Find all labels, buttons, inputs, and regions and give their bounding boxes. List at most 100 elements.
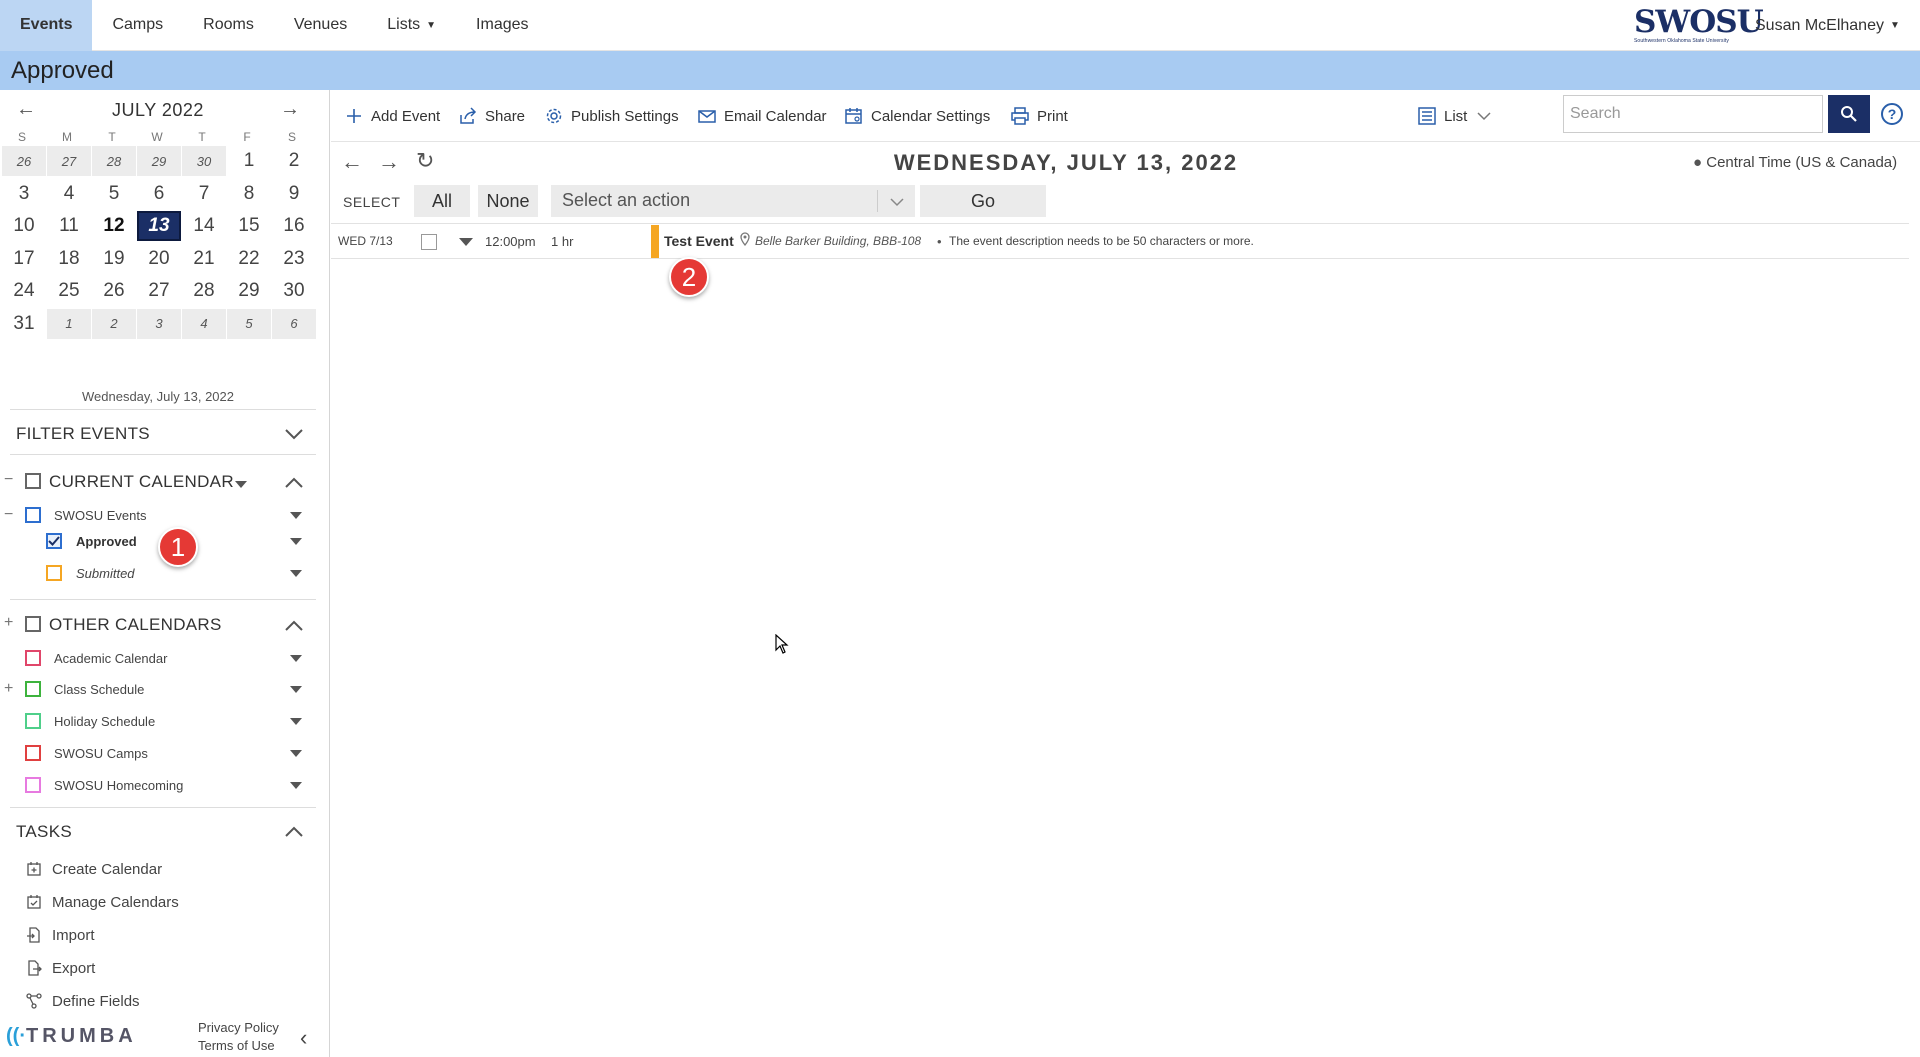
calendar-day[interactable]: 26 xyxy=(92,276,136,306)
calendar-day[interactable]: 6 xyxy=(137,179,181,209)
current-calendar-checkbox[interactable] xyxy=(25,473,41,489)
terms-of-use-link[interactable]: Terms of Use xyxy=(198,1037,279,1055)
calendar-day[interactable]: 22 xyxy=(227,244,271,274)
calendar-day[interactable]: 5 xyxy=(92,179,136,209)
tab-events[interactable]: Events xyxy=(0,0,93,51)
task-define-fields[interactable]: Define Fields xyxy=(26,990,140,1012)
collapse-icon[interactable]: − xyxy=(4,506,13,524)
calendar-day[interactable]: 7 xyxy=(182,179,226,209)
calendar-day[interactable]: 31 xyxy=(2,309,46,339)
filter-events-header[interactable]: FILTER EVENTS xyxy=(16,424,316,444)
tab-rooms[interactable]: Rooms xyxy=(183,0,274,51)
caret-down-icon[interactable] xyxy=(290,538,302,545)
calendar-day[interactable]: 13 xyxy=(137,211,181,241)
calendar-day[interactable]: 30 xyxy=(272,276,316,306)
collapse-icon[interactable]: − xyxy=(4,471,13,489)
calendar-day[interactable]: 14 xyxy=(182,211,226,241)
calendar-day[interactable]: 21 xyxy=(182,244,226,274)
calendar-day[interactable]: 4 xyxy=(182,308,226,339)
calendar-day[interactable]: 3 xyxy=(137,308,181,339)
swosu-camps-checkbox[interactable] xyxy=(25,745,41,761)
user-menu[interactable]: Susan McElhaney ▼ xyxy=(1755,0,1900,51)
calendar-day[interactable]: 2 xyxy=(272,146,316,176)
calendar-day[interactable]: 9 xyxy=(272,179,316,209)
class-schedule-checkbox[interactable] xyxy=(25,681,41,697)
task-create-calendar[interactable]: Create Calendar xyxy=(26,858,162,880)
event-title[interactable]: Test Event xyxy=(664,233,734,249)
publish-settings-button[interactable]: Publish Settings xyxy=(545,104,679,128)
task-export[interactable]: Export xyxy=(26,957,95,979)
chevron-up-icon[interactable] xyxy=(284,822,304,842)
calendar-item-submitted[interactable]: Submitted xyxy=(0,562,316,586)
calendar-day[interactable]: 23 xyxy=(272,244,316,274)
calendar-day[interactable]: 1 xyxy=(227,146,271,176)
calendar-settings-button[interactable]: Calendar Settings xyxy=(845,104,990,128)
holiday-schedule-checkbox[interactable] xyxy=(25,713,41,729)
tasks-header[interactable]: TASKS xyxy=(16,822,316,842)
tab-camps[interactable]: Camps xyxy=(92,0,183,51)
calendar-day[interactable]: 26 xyxy=(2,146,46,176)
academic-calendar-checkbox[interactable] xyxy=(25,650,41,666)
caret-down-icon[interactable] xyxy=(290,750,302,757)
chevron-up-icon[interactable] xyxy=(284,475,304,489)
other-calendars-checkbox[interactable] xyxy=(25,616,41,632)
trumba-logo[interactable]: ((·TRUMBA xyxy=(6,1025,137,1048)
add-event-button[interactable]: Add Event xyxy=(345,104,440,128)
calendar-day[interactable]: 11 xyxy=(47,211,91,241)
calendar-item-homecoming[interactable]: SWOSU Homecoming xyxy=(0,774,316,798)
calendar-day[interactable]: 2 xyxy=(92,308,136,339)
calendar-day[interactable]: 19 xyxy=(92,244,136,274)
calendar-day[interactable]: 12 xyxy=(92,211,136,241)
swosu-logo[interactable]: SWOSU Southwestern Oklahoma State Univer… xyxy=(1634,6,1764,46)
calendar-day[interactable]: 20 xyxy=(137,244,181,274)
calendar-day[interactable]: 17 xyxy=(2,244,46,274)
calendar-day[interactable]: 29 xyxy=(137,146,181,176)
calendar-day[interactable]: 27 xyxy=(137,276,181,306)
tab-images[interactable]: Images xyxy=(456,0,548,51)
task-manage-calendars[interactable]: Manage Calendars xyxy=(26,891,179,913)
current-calendar-row[interactable]: − CURRENT CALENDAR xyxy=(0,469,316,495)
collapse-sidebar-icon[interactable]: ‹ xyxy=(300,1025,307,1051)
search-input[interactable]: Search xyxy=(1563,95,1823,133)
calendar-day[interactable]: 24 xyxy=(2,276,46,306)
event-row[interactable]: WED 7/13 12:00pm 1 hr Test Event Belle B… xyxy=(331,223,1909,259)
event-menu-caret-icon[interactable] xyxy=(459,238,473,246)
calendar-item-holiday[interactable]: Holiday Schedule xyxy=(0,710,316,734)
expand-icon[interactable]: + xyxy=(4,614,13,632)
chevron-down-icon[interactable] xyxy=(284,424,304,444)
calendar-day[interactable]: 3 xyxy=(2,179,46,209)
caret-down-icon[interactable] xyxy=(290,570,302,577)
go-button[interactable]: Go xyxy=(920,185,1046,217)
select-none-button[interactable]: None xyxy=(478,185,538,217)
tab-lists[interactable]: Lists ▼ xyxy=(367,0,456,51)
calendar-item-academic[interactable]: Academic Calendar xyxy=(0,647,316,671)
caret-down-icon[interactable] xyxy=(290,686,302,693)
share-button[interactable]: Share xyxy=(459,104,525,128)
caret-down-icon[interactable] xyxy=(290,655,302,662)
select-all-button[interactable]: All xyxy=(414,185,470,217)
search-button[interactable] xyxy=(1828,95,1870,133)
caret-down-icon[interactable] xyxy=(235,481,247,488)
calendar-day[interactable]: 30 xyxy=(182,146,226,176)
calendar-day[interactable]: 27 xyxy=(47,146,91,176)
calendar-day[interactable]: 6 xyxy=(272,308,316,339)
calendar-day[interactable]: 29 xyxy=(227,276,271,306)
help-icon[interactable]: ? xyxy=(1881,103,1903,125)
calendar-day[interactable]: 4 xyxy=(47,179,91,209)
calendar-day[interactable]: 5 xyxy=(227,308,271,339)
print-button[interactable]: Print xyxy=(1011,104,1068,128)
expand-icon[interactable]: + xyxy=(4,680,13,698)
event-checkbox[interactable] xyxy=(421,234,437,250)
privacy-policy-link[interactable]: Privacy Policy xyxy=(198,1019,279,1037)
calendar-item-class-schedule[interactable]: + Class Schedule xyxy=(0,678,316,702)
calendar-day[interactable]: 1 xyxy=(47,308,91,339)
calendar-day[interactable]: 25 xyxy=(47,276,91,306)
calendar-day[interactable]: 28 xyxy=(92,146,136,176)
calendar-day[interactable]: 28 xyxy=(182,276,226,306)
calendar-day[interactable]: 8 xyxy=(227,179,271,209)
calendar-item-swosu-events[interactable]: − SWOSU Events xyxy=(0,504,316,528)
tab-venues[interactable]: Venues xyxy=(274,0,367,51)
other-calendars-row[interactable]: + OTHER CALENDARS xyxy=(0,612,316,638)
view-selector[interactable]: List xyxy=(1418,104,1491,128)
calendar-day[interactable]: 10 xyxy=(2,211,46,241)
